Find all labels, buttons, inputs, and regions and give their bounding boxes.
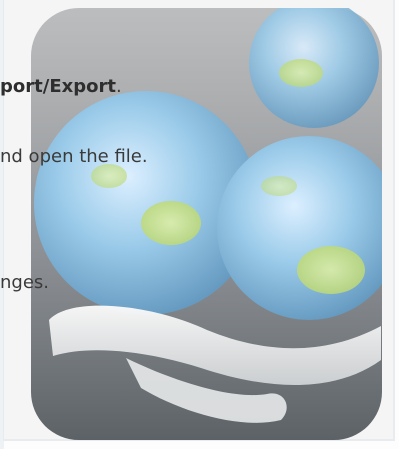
globe-stack-icon [31, 8, 382, 440]
step-prefix: port/ [0, 76, 50, 97]
step-import-export: port/Export. [0, 76, 122, 97]
export-keyword: Export [49, 76, 116, 97]
step-changes: nges. [0, 272, 50, 293]
step-open-file: nd open the file. [0, 146, 148, 167]
step-import-export-bold: port/Export [0, 76, 116, 97]
step-suffix: . [115, 76, 122, 97]
